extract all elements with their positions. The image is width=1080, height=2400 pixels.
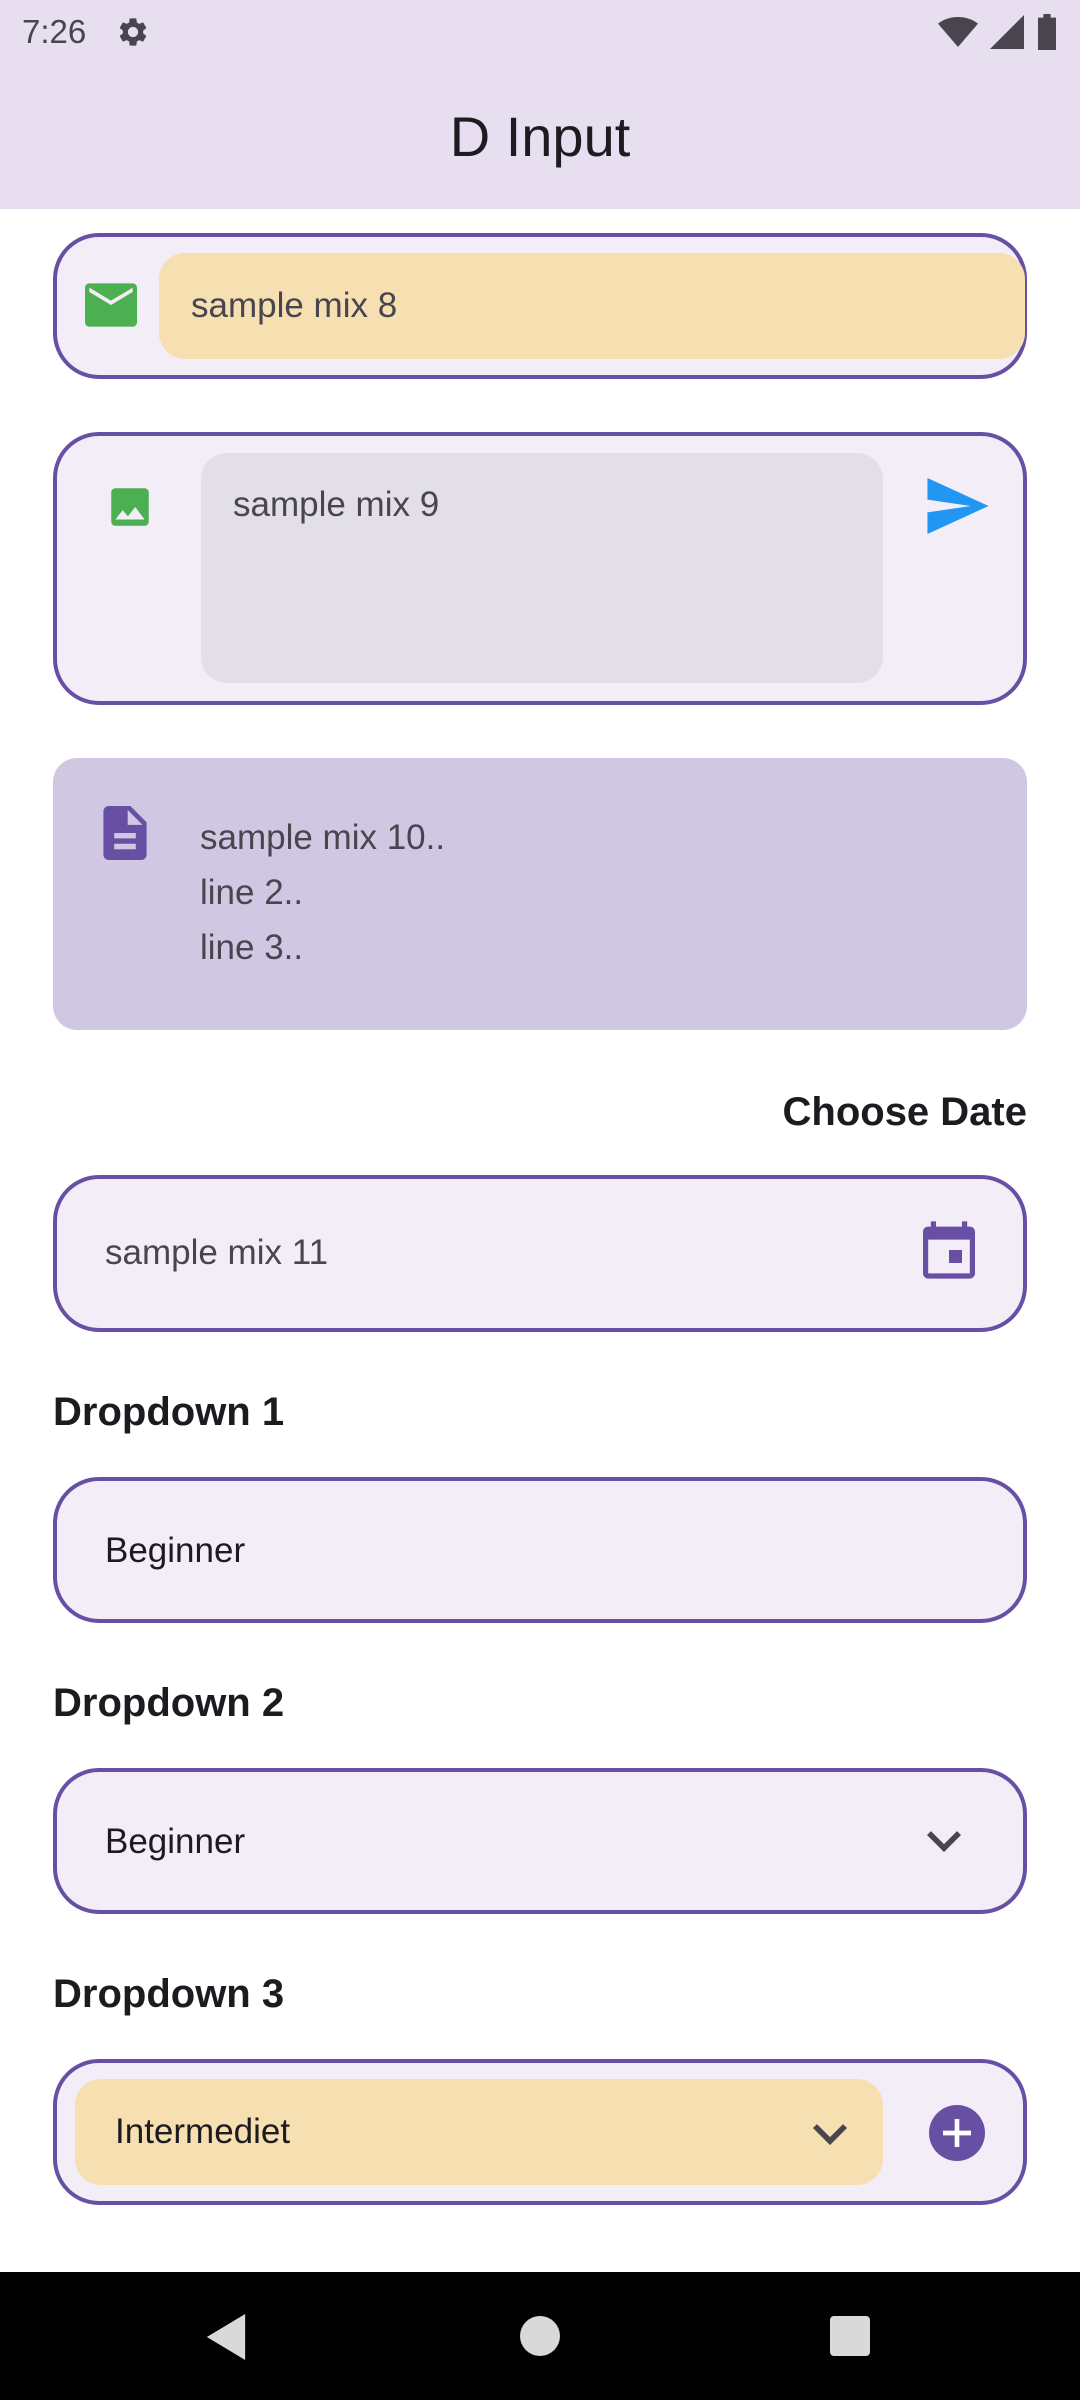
dropdown-3[interactable]: Intermediet bbox=[53, 2059, 1027, 2205]
back-icon[interactable] bbox=[206, 2314, 246, 2360]
dropdown-3-select[interactable]: Intermediet bbox=[75, 2079, 883, 2185]
mix10-field[interactable]: sample mix 10.. line 2.. line 3.. bbox=[53, 758, 1027, 1030]
recents-icon[interactable] bbox=[830, 2316, 870, 2356]
dropdown-3-label: Dropdown 3 bbox=[53, 1972, 285, 2016]
dropdown-1-value: Beginner bbox=[105, 1531, 246, 1570]
choose-date-label[interactable]: Choose Date bbox=[783, 1090, 1028, 1135]
date-field[interactable]: sample mix 11 bbox=[53, 1175, 1027, 1332]
system-nav-bar bbox=[0, 2272, 1080, 2400]
mix8-value: sample mix 8 bbox=[191, 286, 398, 325]
calendar-icon[interactable] bbox=[923, 1221, 975, 1279]
chevron-down-icon bbox=[813, 2124, 847, 2145]
send-icon[interactable] bbox=[927, 478, 989, 534]
dropdown-2-label: Dropdown 2 bbox=[53, 1681, 285, 1725]
mix8-input[interactable]: sample mix 8 bbox=[159, 253, 1025, 359]
mix8-field[interactable]: sample mix 8 bbox=[53, 233, 1027, 379]
dropdown-1[interactable]: Beginner bbox=[53, 1477, 1027, 1623]
status-time: 7:26 bbox=[22, 13, 87, 50]
dropdown-2-value: Beginner bbox=[105, 1822, 246, 1861]
mix10-line-2: line 2.. bbox=[200, 873, 304, 912]
status-bar: 7:26 bbox=[0, 0, 1080, 64]
mix9-value: sample mix 9 bbox=[233, 485, 440, 524]
add-circle-icon[interactable] bbox=[929, 2105, 985, 2161]
battery-icon bbox=[1038, 14, 1056, 50]
dropdown-3-value: Intermediet bbox=[115, 2112, 291, 2151]
mix9-field[interactable]: sample mix 9 bbox=[53, 432, 1027, 705]
dropdown-1-label: Dropdown 1 bbox=[53, 1390, 285, 1434]
page-title: D Input bbox=[449, 105, 631, 168]
dropdown-2[interactable]: Beginner bbox=[53, 1768, 1027, 1914]
document-icon bbox=[103, 806, 147, 860]
image-icon bbox=[111, 488, 149, 526]
mix10-line-3: line 3.. bbox=[200, 928, 304, 967]
mix9-input[interactable]: sample mix 9 bbox=[201, 453, 883, 683]
signal-icon bbox=[990, 15, 1024, 49]
mix10-line-1: sample mix 10.. bbox=[200, 818, 446, 857]
mail-icon bbox=[85, 283, 137, 327]
wifi-icon bbox=[938, 17, 978, 47]
settings-icon bbox=[120, 18, 147, 46]
home-icon[interactable] bbox=[520, 2316, 560, 2356]
date-value: sample mix 11 bbox=[105, 1233, 329, 1272]
chevron-down-icon[interactable] bbox=[927, 1830, 961, 1852]
app-bar: D Input bbox=[0, 64, 1080, 209]
